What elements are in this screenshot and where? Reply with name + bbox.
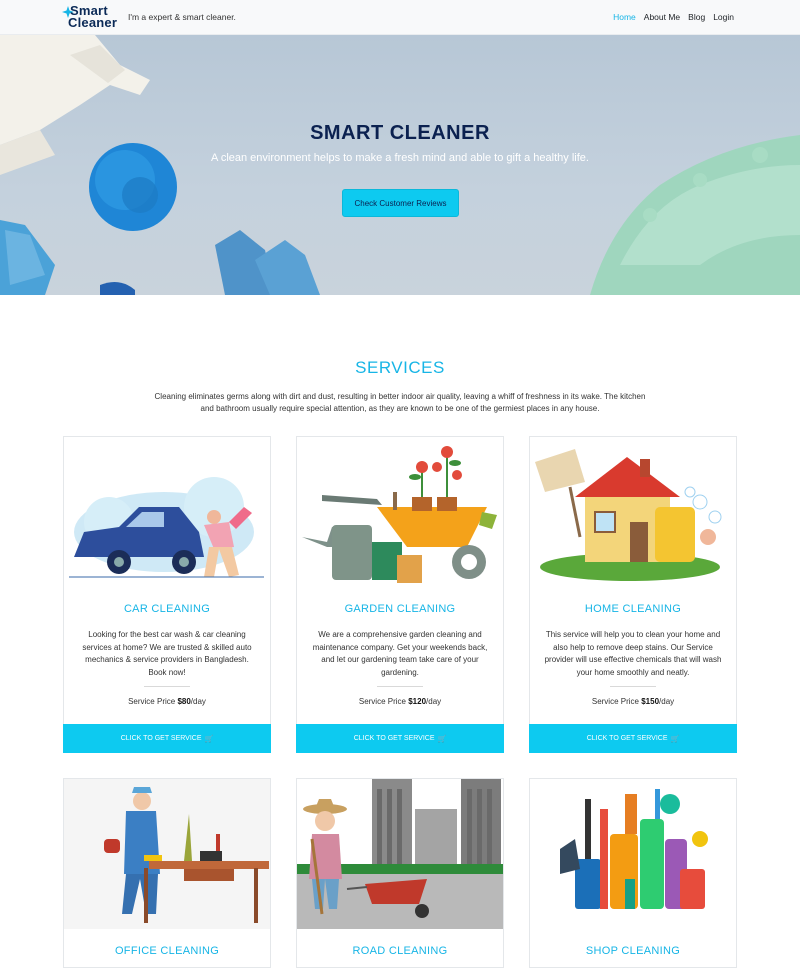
logo-text: Smart Cleaner [68,4,118,30]
road-sweeper-illustration [297,779,503,929]
divider [610,686,656,687]
logo[interactable]: Smart Cleaner [62,4,122,31]
divider [377,686,423,687]
nav-login[interactable]: Login [713,12,734,22]
nav-menu: Home About Me Blog Login [613,12,734,22]
service-price: Service Price $150/day [591,697,675,706]
service-card-office: OFFICE CLEANING [63,778,271,968]
service-price: Service Price $80/day [128,697,206,706]
service-card-car: CAR CLEANING Looking for the best car wa… [63,436,271,753]
service-card-description: This service will help you to clean your… [544,630,722,677]
garden-tools-illustration [302,446,497,583]
house-cleaning-illustration [535,449,722,581]
service-card-title: ROAD CLEANING [352,945,448,957]
logo-line2: Cleaner [68,15,118,30]
cart-icon: 🛒 [670,735,680,743]
get-service-button[interactable]: CLICK TO GET SERVICE 🛒 [296,724,504,753]
cleaning-supplies-illustration [560,789,708,909]
nav-home[interactable]: Home [613,12,636,22]
service-card-title: SHOP CLEANING [585,945,681,957]
service-card-description: Looking for the best car wash & car clea… [82,630,252,677]
service-card-shop: SHOP CLEANING [529,778,737,968]
nav-blog[interactable]: Blog [688,12,705,22]
nav-about-me[interactable]: About Me [644,12,680,22]
service-card-title: HOME CLEANING [584,603,682,615]
service-card-title: CAR CLEANING [123,603,211,615]
navbar: Smart Cleaner I'm a expert & smart clean… [0,0,800,35]
office-cleaner-illustration [64,779,270,929]
hero-subtitle: A clean environment helps to make a fres… [211,152,589,164]
cart-icon: 🛒 [204,735,214,743]
service-card-description: We are a comprehensive garden cleaning a… [312,630,488,677]
get-service-button[interactable]: CLICK TO GET SERVICE 🛒 [529,724,737,753]
service-card-home: HOME CLEANING This service will help you… [529,436,737,753]
car-wash-illustration [69,477,264,578]
check-reviews-button[interactable]: Check Customer Reviews [342,189,459,217]
divider [144,686,190,687]
service-card-road: ROAD CLEANING [296,778,504,968]
hero-banner: SMART CLEANER A clean environment helps … [0,35,800,295]
tagline: I'm a expert & smart cleaner. [128,12,236,22]
cart-icon: 🛒 [437,735,447,743]
services-description: Cleaning eliminates germs along with dir… [154,392,646,413]
hero-background-image [0,35,800,295]
get-service-button[interactable]: CLICK TO GET SERVICE 🛒 [63,724,271,753]
hero-title: SMART CLEANER [310,122,490,144]
service-price: Service Price $120/day [358,697,442,706]
service-card-title: OFFICE CLEANING [114,945,220,957]
service-card-title: GARDEN CLEANING [344,603,456,615]
service-card-garden: GARDEN CLEANING We are a comprehensive g… [296,436,504,753]
services-title: SERVICES [355,358,445,377]
